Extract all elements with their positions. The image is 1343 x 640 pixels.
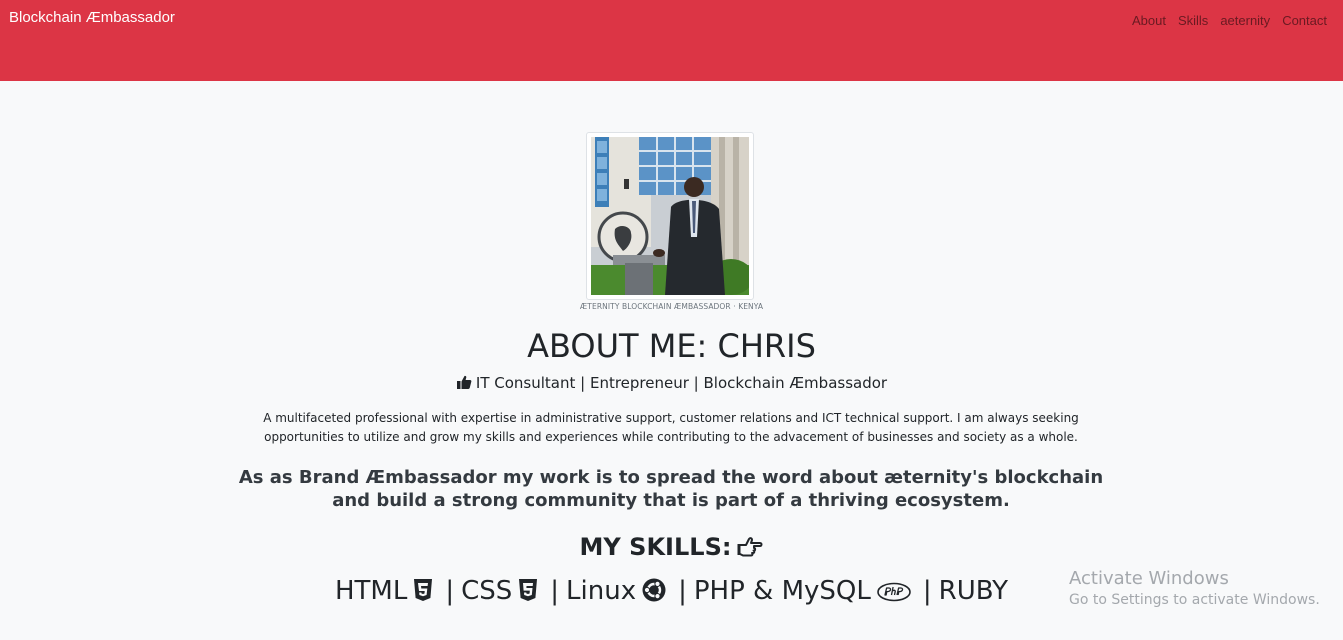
brand-link[interactable]: Blockchain Æmbassador (9, 9, 175, 26)
ubuntu-icon (642, 577, 666, 611)
windows-activation-watermark: Activate Windows Go to Settings to activ… (1069, 568, 1320, 608)
skill-ruby: RUBY (938, 576, 1009, 606)
skill-separator: | (550, 576, 560, 606)
nav-link-about[interactable]: About (1132, 13, 1166, 28)
css3-icon (518, 577, 538, 611)
watermark-title: Activate Windows (1069, 568, 1229, 589)
profile-photo-image (591, 137, 749, 295)
mission-statement: As as Brand Æmbassador my work is to spr… (238, 467, 1104, 511)
skill-separator: | (678, 576, 687, 606)
skill-html: HTML (334, 576, 408, 606)
thumbs-up-icon (456, 374, 472, 394)
nav-link-contact[interactable]: Contact (1282, 13, 1327, 28)
page-title: ABOUT ME: CHRIS (527, 327, 816, 365)
html5-icon (413, 577, 433, 611)
about-description: A multifaceted professional with experti… (263, 411, 1079, 444)
navbar: Blockchain Æmbassador About Skills aeter… (0, 0, 1343, 81)
nav-links: About Skills aeternity Contact (1132, 13, 1327, 28)
skills-heading-text: MY SKILLS: (579, 533, 732, 561)
skill-separator: | (922, 576, 932, 606)
watermark-subtitle: Go to Settings to activate Windows. (1069, 592, 1320, 608)
skill-css: CSS (461, 576, 513, 606)
nav-link-aeternity[interactable]: aeternity (1220, 13, 1270, 28)
roles-text: IT Consultant | Entrepreneur | Blockchai… (475, 374, 888, 392)
skills-heading: MY SKILLS: (0, 531, 1343, 567)
hand-point-right-icon (737, 535, 763, 567)
photo-caption: ÆTERNITY BLOCKCHAIN ÆMBASSADOR · KENYA (579, 302, 764, 311)
skill-linux: Linux (566, 576, 637, 606)
nav-link-skills[interactable]: Skills (1178, 13, 1208, 28)
roles-line: IT Consultant | Entrepreneur | Blockchai… (0, 374, 1343, 394)
profile-photo (586, 132, 754, 300)
skill-separator: | (445, 576, 455, 606)
php-icon (877, 577, 911, 611)
skill-php-mysql: PHP & MySQL (693, 576, 871, 606)
